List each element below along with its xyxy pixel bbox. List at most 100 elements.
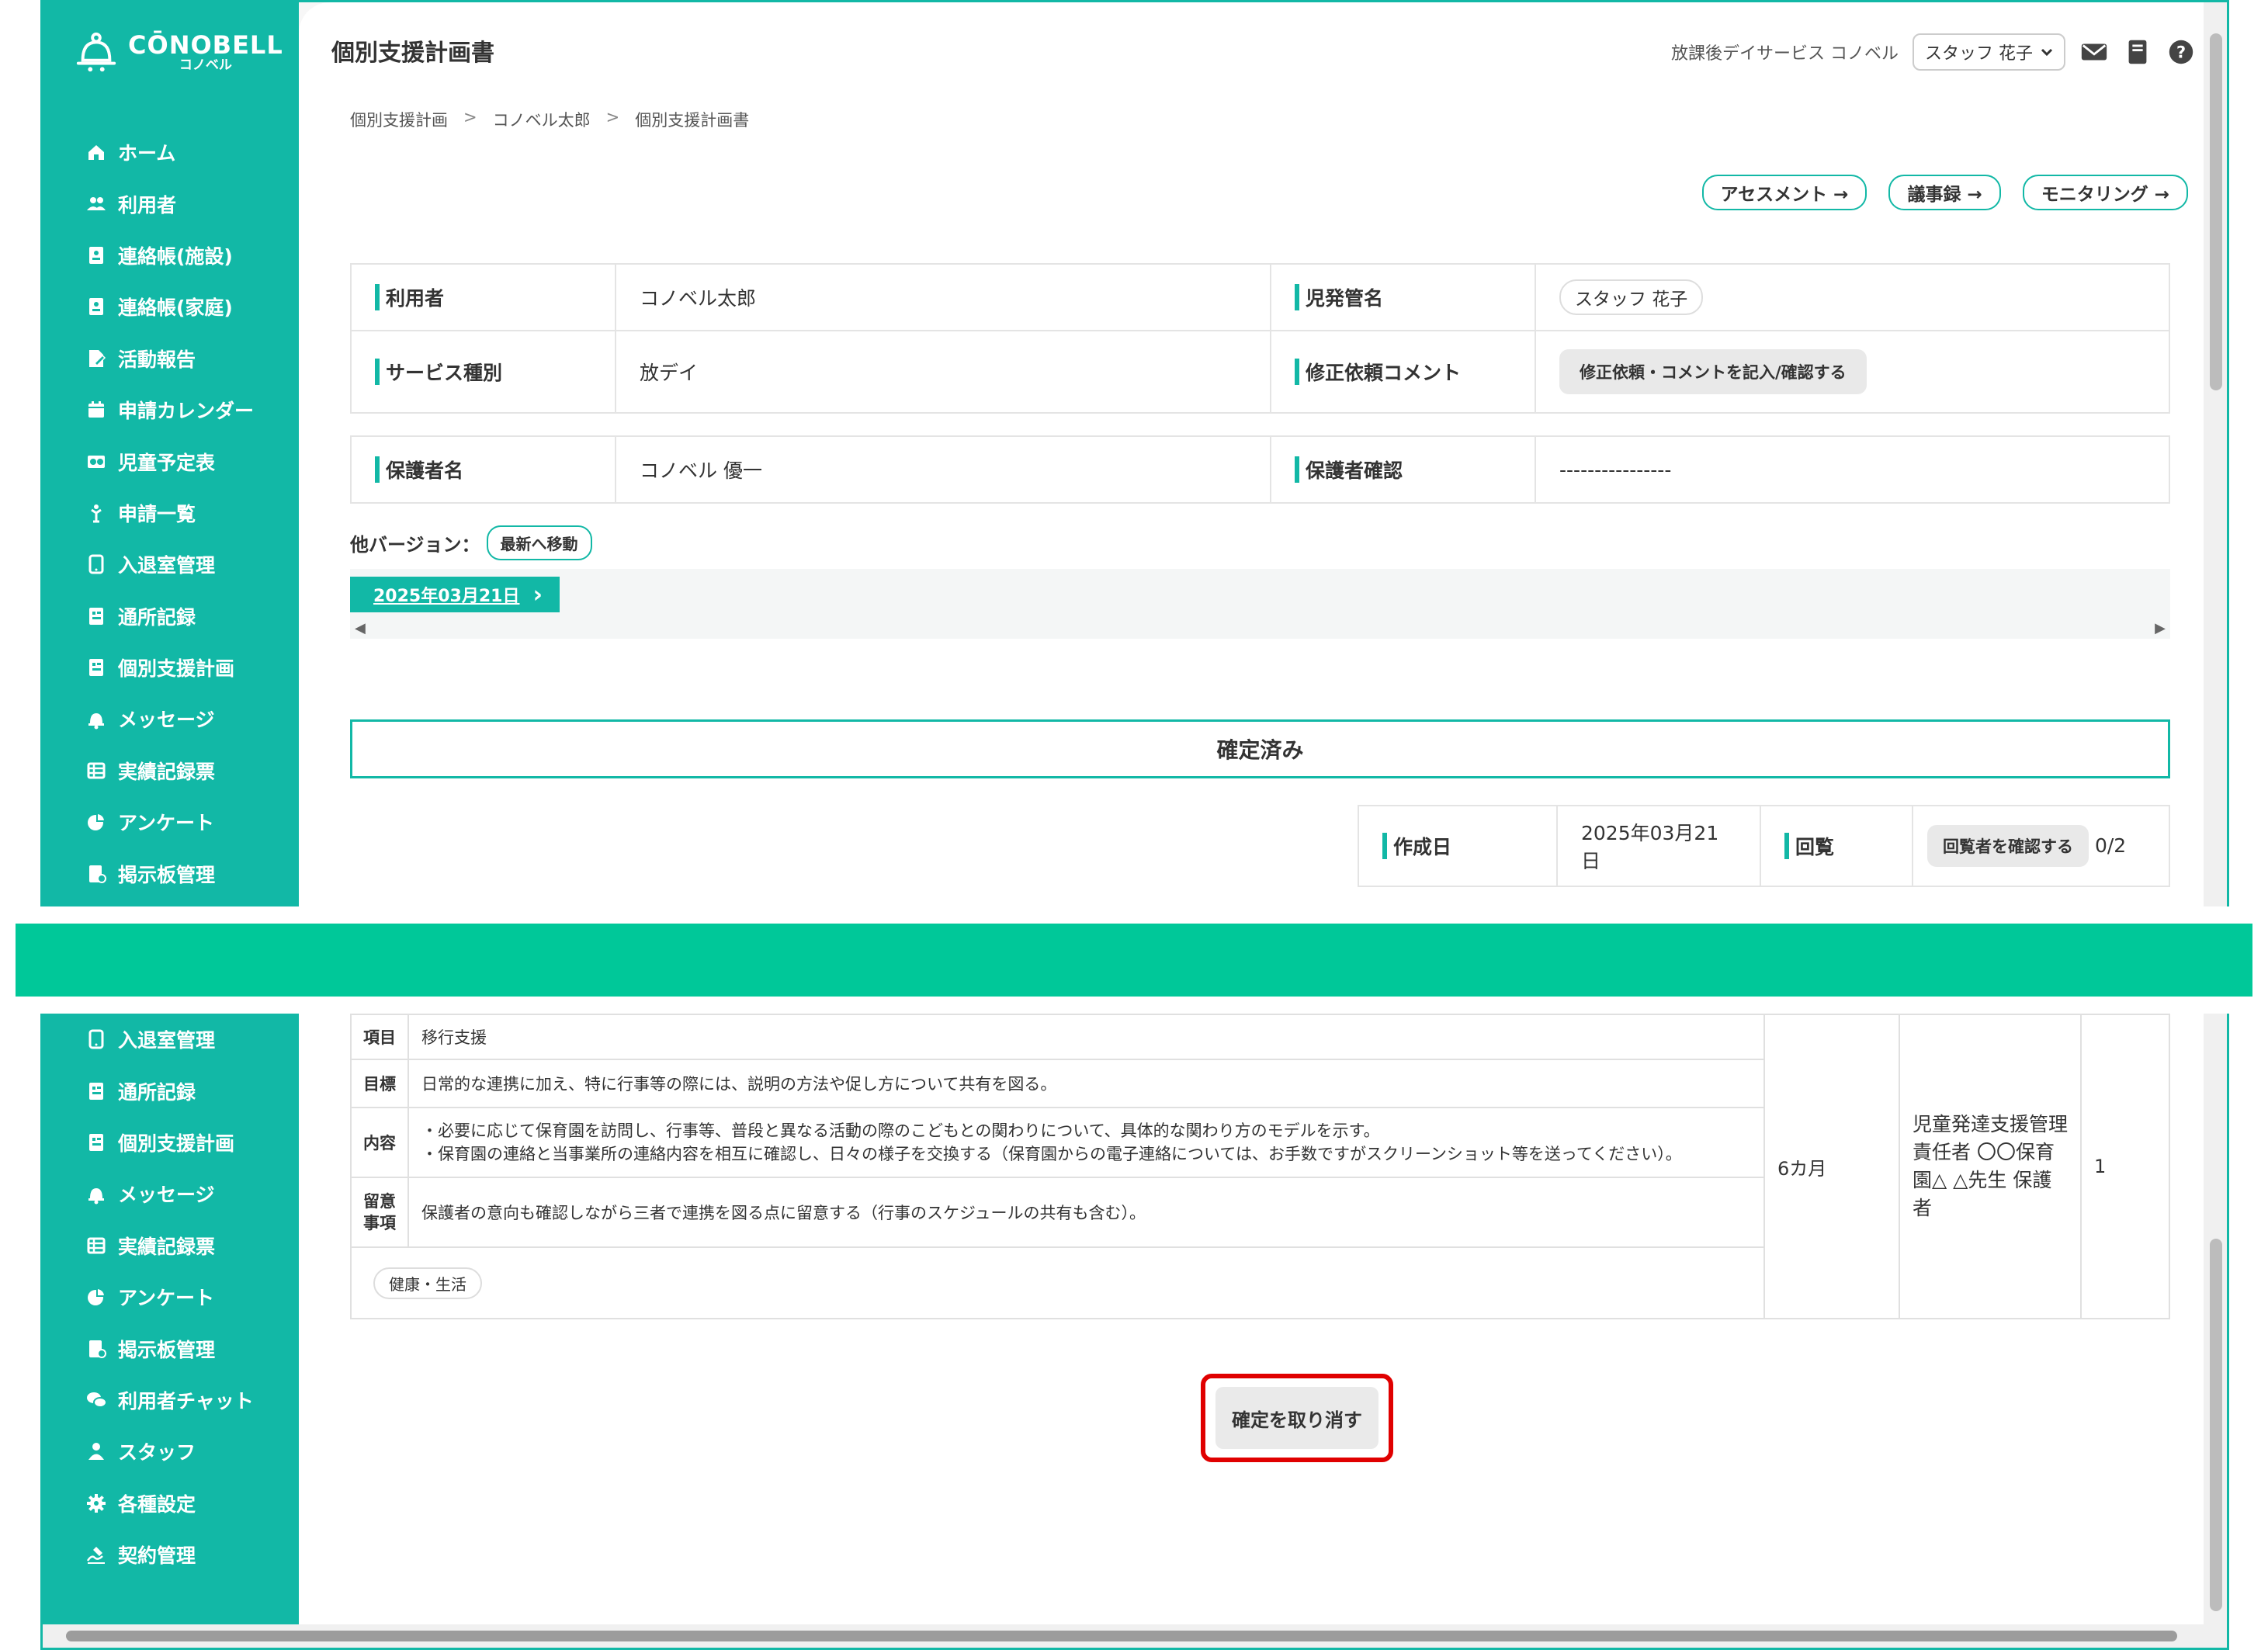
manual-book-icon[interactable] [2123, 37, 2152, 67]
sidebar-item[interactable]: 個別支援計画 [85, 1117, 254, 1168]
sidebar-item[interactable]: 入退室管理 [85, 1014, 254, 1065]
sidebar-item[interactable]: 申請一覧 [85, 487, 254, 539]
sidebar-item[interactable]: メッセージ [85, 693, 254, 744]
help-icon[interactable]: ? [2166, 37, 2196, 67]
edit-doc-icon [89, 349, 106, 367]
sidebar-item-label: メッセージ [118, 709, 215, 732]
target-label: 目標 [350, 1059, 409, 1108]
sidebar-item[interactable]: 活動報告 [85, 333, 254, 384]
sidebar-item[interactable]: 連絡帳(家庭) [85, 281, 254, 332]
horizontal-scrollbar[interactable] [43, 1624, 2227, 1648]
sidebar-item[interactable]: 掲示板管理 [85, 848, 254, 899]
version-date: 2025年03月21日 [373, 587, 520, 606]
sidebar-item-label: 契約管理 [118, 1544, 196, 1568]
sidebar-nav: ホーム利用者 連絡帳(施設) 連絡帳(家庭) 活動報告 申請カレンダー 児童予定表申請一覧… [85, 127, 254, 900]
staff-icon [88, 1443, 104, 1461]
sidebar-item[interactable]: スタッフ [85, 1426, 254, 1477]
note-label: 留意 事項 [350, 1177, 409, 1248]
mail-icon[interactable] [2079, 37, 2109, 67]
manager-label: 児発管名 [1270, 263, 1536, 331]
chevron-right-icon: > [605, 108, 620, 127]
sidebar-item[interactable]: アンケート [85, 1271, 254, 1322]
office-name: 放課後デイサービス コノベル [1671, 44, 1899, 64]
responsible-value: 児童発達支援管理責任者 〇〇保育園△ △先生 保護者 [1899, 1014, 2082, 1319]
assessment-link[interactable]: アセスメント → [1701, 175, 1867, 210]
board-icon [89, 865, 106, 883]
sidebar-item[interactable]: 利用者チャット [85, 1374, 254, 1426]
sidebar-item[interactable]: 掲示板管理 [85, 1322, 254, 1374]
sidebar-item-label: 申請一覧 [118, 502, 196, 525]
item-value: 移行支援 [407, 1014, 1765, 1060]
other-versions: 他バージョン： 最新へ移動 [350, 525, 592, 560]
guardian-label: 保護者名 [350, 435, 616, 504]
table-icon [87, 762, 106, 779]
staff-name: スタッフ 花子 [1925, 44, 2033, 64]
logo[interactable]: CŌNOBELL コノベル [74, 30, 283, 75]
fix-comment-label: 修正依頼コメント [1270, 330, 1536, 414]
sidebar-item[interactable]: アンケート [85, 796, 254, 848]
pie-icon [88, 813, 106, 831]
fix-comment-button[interactable]: 修正依頼・コメントを記入/確認する [1559, 349, 1867, 394]
sidebar-item[interactable]: 各種設定 [85, 1478, 254, 1529]
period-value: 6カ月 [1763, 1014, 1900, 1319]
scrollbar-thumb[interactable] [2210, 1239, 2222, 1611]
staff-select[interactable]: スタッフ 花子 [1913, 33, 2065, 71]
sidebar-item[interactable]: 通所記録 [85, 1065, 254, 1116]
sidebar-item[interactable]: 利用者 [85, 178, 254, 229]
sidebar-item[interactable]: 連絡帳(施設) [85, 230, 254, 281]
main-content: 項目 移行支援 6カ月 児童発達支援管理責任者 〇〇保育園△ △先生 保護者 1… [299, 1014, 2227, 1648]
sidebar-item-label: 通所記録 [118, 1080, 196, 1104]
scrollbar-thumb[interactable] [66, 1631, 2177, 1641]
monitoring-link[interactable]: モニタリング → [2022, 175, 2188, 210]
service-label: サービス種別 [350, 330, 616, 414]
service-value: 放デイ [615, 330, 1271, 414]
content-line: ・保育園の連絡と当事業所の連絡内容を相互に確認し、日々の様子を交換する（保育園か… [421, 1145, 1682, 1163]
breadcrumb-item[interactable]: コノベル太郎 [493, 108, 591, 131]
bell-icon [88, 713, 104, 730]
scroll-right-arrow-icon[interactable]: ▶ [2155, 620, 2166, 636]
sidebar-item-label: 実績記録票 [118, 760, 216, 783]
screenshot-bottom: 入退室管理通所記録個別支援計画 メッセージ 実績記録票 アンケート 掲示板管理利用者チャ… [40, 1014, 2229, 1650]
scroll-left-arrow-icon[interactable]: ◀ [355, 620, 366, 636]
sidebar-item[interactable]: 実績記録票 [85, 1220, 254, 1271]
contact-book-icon [89, 298, 103, 316]
vertical-scrollbar[interactable] [2204, 2, 2227, 906]
chevron-right-icon: › [532, 581, 543, 608]
content-label: 内容 [350, 1107, 409, 1178]
pie-icon [88, 1288, 106, 1306]
cancel-confirmation-button[interactable]: 確定を取り消す [1215, 1387, 1378, 1449]
calendar-icon [88, 401, 104, 418]
sidebar-nav: 入退室管理通所記録個別支援計画 メッセージ 実績記録票 アンケート 掲示板管理利用者チャ… [85, 1014, 254, 1580]
sidebar-item[interactable]: 児童予定表 [85, 435, 254, 487]
sidebar-item[interactable]: 申請カレンダー [85, 384, 254, 435]
sidebar-item-label: ホーム [118, 142, 176, 165]
logo-subtext: コノベル [179, 57, 232, 73]
sidebar-item[interactable]: ホーム [85, 127, 254, 178]
circulation-button[interactable]: 回覧者を確認する [1927, 825, 2089, 867]
sidebar-item[interactable]: 個別支援計画 [85, 642, 254, 693]
vertical-scrollbar[interactable] [2204, 1014, 2227, 1648]
user-label: 利用者 [350, 263, 616, 331]
sidebar-item[interactable]: メッセージ [85, 1168, 254, 1219]
versions-label: 他バージョン： [350, 534, 480, 556]
home-icon [88, 145, 104, 161]
sidebar-item[interactable]: 契約管理 [85, 1529, 254, 1580]
version-tab-current[interactable]: 2025年03月21日 › [350, 577, 560, 612]
screenshot-top: CŌNOBELL コノベル ホーム 利用者 連絡帳(施設) 連絡帳(家庭) 活動報告 申請… [40, 0, 2229, 906]
scrollbar-thumb[interactable] [2210, 33, 2222, 390]
breadcrumb-item[interactable]: 個別支援計画 [350, 108, 448, 131]
latest-version-button[interactable]: 最新へ移動 [486, 525, 592, 560]
note-value: 保護者の意向も確認しながら三者で連携を図る点に留意する（行事のスケジュールの共有… [407, 1177, 1765, 1248]
record-icon [89, 607, 103, 625]
contact-book-icon [89, 246, 103, 264]
sidebar-item[interactable]: 通所記録 [85, 591, 254, 642]
sidebar-item-label: 掲示板管理 [118, 863, 216, 886]
sidebar-item-label: 利用者チャット [118, 1389, 254, 1413]
status-confirmed: 確定済み [350, 719, 2170, 778]
sidebar-item-label: アンケート [118, 812, 215, 835]
sidebar-item[interactable]: 実績記録票 [85, 745, 254, 796]
sidebar-item[interactable]: 入退室管理 [85, 539, 254, 590]
manager-value: スタッフ 花子 [1559, 279, 1704, 315]
minutes-link[interactable]: 議事録 → [1888, 175, 2001, 210]
support-goal-table: 項目 移行支援 6カ月 児童発達支援管理責任者 〇〇保育園△ △先生 保護者 1… [350, 1014, 2170, 1319]
